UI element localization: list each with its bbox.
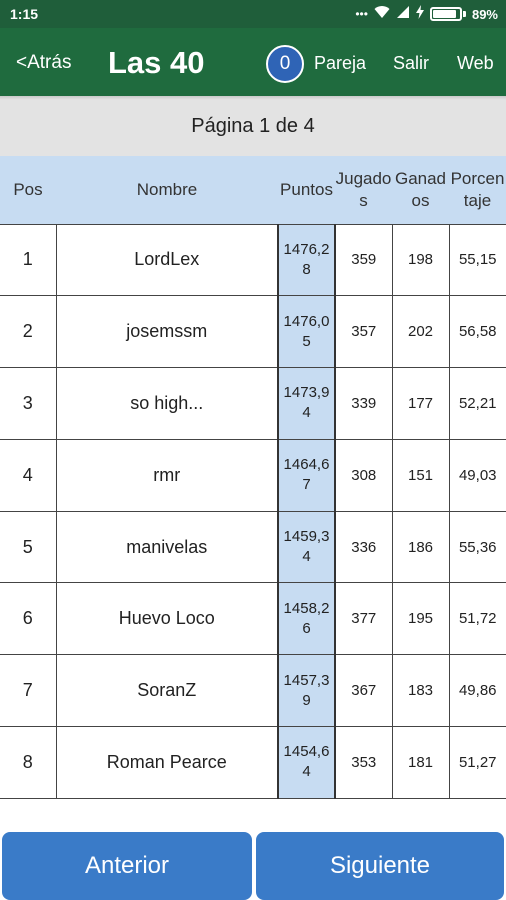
previous-page-button[interactable]: Anterior xyxy=(2,832,252,900)
cell-percent: 55,36 xyxy=(448,510,506,584)
cell-percent: 49,86 xyxy=(448,654,506,728)
status-time: 1:15 xyxy=(10,6,39,22)
table-row[interactable]: 6 Huevo Loco 1458,26 377 195 51,72 xyxy=(0,582,506,656)
cell-points: 1464,67 xyxy=(277,438,336,512)
cell-pos: 1 xyxy=(0,223,57,297)
cell-won: 186 xyxy=(391,510,450,584)
cell-pos: 2 xyxy=(0,295,57,369)
status-icons: ••• 89% xyxy=(355,5,498,23)
cell-points: 1473,94 xyxy=(277,367,336,440)
app-bar: <Atrás Las 40 0 Pareja Salir Web xyxy=(0,28,506,96)
cell-name: Roman Pearce xyxy=(55,726,279,799)
table-row[interactable]: 4 rmr 1464,67 308 151 49,03 xyxy=(0,438,506,512)
charging-icon xyxy=(415,5,424,23)
cell-pos: 8 xyxy=(0,726,57,799)
pagination-footer: Anterior Siguiente xyxy=(0,832,506,900)
cell-points: 1457,39 xyxy=(277,654,336,728)
page-indicator: Página 1 de 4 xyxy=(191,115,315,137)
header-pos[interactable]: Pos xyxy=(0,156,56,224)
cell-pos: 3 xyxy=(0,367,57,440)
table-row[interactable]: 8 Roman Pearce 1454,64 353 181 51,27 xyxy=(0,726,506,799)
nav-pareja-link[interactable]: Pareja xyxy=(314,53,366,74)
cell-name: josemssm xyxy=(55,295,279,369)
cell-played: 336 xyxy=(334,510,393,584)
signal-icon xyxy=(396,5,410,23)
table-row[interactable]: 7 SoranZ 1457,39 367 183 49,86 xyxy=(0,654,506,728)
cell-played: 377 xyxy=(334,582,393,656)
dots-icon: ••• xyxy=(355,7,368,21)
cell-points: 1454,64 xyxy=(277,726,336,799)
cell-played: 367 xyxy=(334,654,393,728)
cell-pos: 6 xyxy=(0,582,57,656)
cell-percent: 52,21 xyxy=(448,367,506,440)
cell-pos: 5 xyxy=(0,510,57,584)
table-row[interactable]: 1 LordLex 1476,28 359 198 55,15 xyxy=(0,223,506,297)
header-jugados[interactable]: Jugados xyxy=(335,156,392,224)
nav-salir-link[interactable]: Salir xyxy=(393,53,429,74)
header-ganados[interactable]: Ganados xyxy=(392,156,449,224)
cell-played: 308 xyxy=(334,438,393,512)
next-page-button[interactable]: Siguiente xyxy=(256,832,504,900)
cell-won: 202 xyxy=(391,295,450,369)
cell-points: 1458,26 xyxy=(277,582,336,656)
cell-percent: 55,15 xyxy=(448,223,506,297)
table-row[interactable]: 3 so high... 1473,94 339 177 52,21 xyxy=(0,367,506,440)
cell-name: Huevo Loco xyxy=(55,582,279,656)
cell-name: so high... xyxy=(55,367,279,440)
page-indicator-bar: Página 1 de 4 xyxy=(0,100,506,156)
battery-percent: 89% xyxy=(471,6,498,22)
status-bar: 1:15 ••• 89% xyxy=(0,0,506,28)
back-button[interactable]: <Atrás xyxy=(16,52,71,74)
cell-won: 198 xyxy=(391,223,450,297)
header-puntos[interactable]: Puntos xyxy=(278,156,335,224)
cell-name: rmr xyxy=(55,438,279,512)
cell-pos: 7 xyxy=(0,654,57,728)
nav-web-link[interactable]: Web xyxy=(457,53,494,74)
cell-percent: 51,27 xyxy=(448,726,506,799)
cell-name: SoranZ xyxy=(55,654,279,728)
cell-percent: 49,03 xyxy=(448,438,506,512)
cell-won: 183 xyxy=(391,654,450,728)
cell-name: manivelas xyxy=(55,510,279,584)
cell-won: 151 xyxy=(391,438,450,512)
cell-played: 357 xyxy=(334,295,393,369)
notification-badge[interactable]: 0 xyxy=(266,45,304,83)
cell-won: 177 xyxy=(391,367,450,440)
wifi-icon xyxy=(374,5,390,23)
table-row[interactable]: 2 josemssm 1476,05 357 202 56,58 xyxy=(0,295,506,369)
header-nombre[interactable]: Nombre xyxy=(56,156,278,224)
table-row[interactable]: 5 manivelas 1459,34 336 186 55,36 xyxy=(0,510,506,584)
app-title: Las 40 xyxy=(108,45,205,80)
cell-points: 1476,05 xyxy=(277,295,336,369)
cell-percent: 56,58 xyxy=(448,295,506,369)
battery-icon xyxy=(429,7,466,21)
cell-points: 1459,34 xyxy=(277,510,336,584)
cell-played: 353 xyxy=(334,726,393,799)
cell-name: LordLex xyxy=(55,223,279,297)
cell-percent: 51,72 xyxy=(448,582,506,656)
table-header-row: Pos Nombre Puntos Jugados Ganados Porcen… xyxy=(0,156,506,224)
cell-won: 181 xyxy=(391,726,450,799)
cell-points: 1476,28 xyxy=(277,223,336,297)
ranking-table: Pos Nombre Puntos Jugados Ganados Porcen… xyxy=(0,156,506,799)
header-porcentaje[interactable]: Porcentaje xyxy=(449,156,506,224)
cell-pos: 4 xyxy=(0,438,57,512)
cell-won: 195 xyxy=(391,582,450,656)
cell-played: 359 xyxy=(334,223,393,297)
cell-played: 339 xyxy=(334,367,393,440)
